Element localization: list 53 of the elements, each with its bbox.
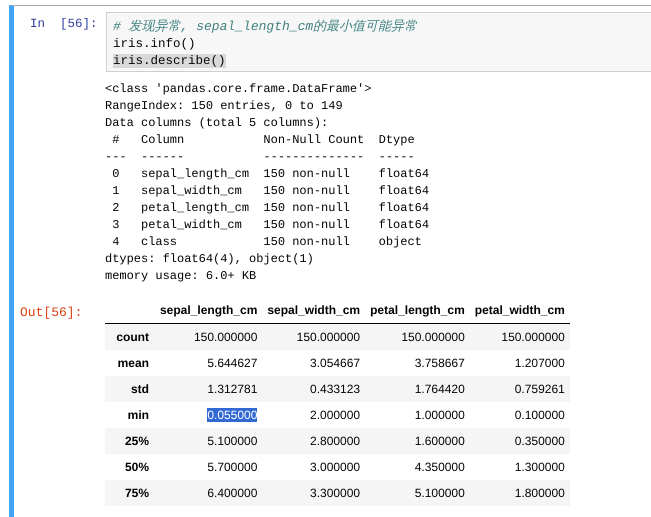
row-label: 75% [105,480,155,506]
row-label: 50% [105,454,155,480]
code-editor[interactable]: # 发现异常, sepal_length_cm的最小值可能异常 iris.info() iris.describe() [106,12,651,72]
table-cell: 0.350000 [514,434,565,448]
table-cell: 3.758667 [414,356,465,370]
row-label: min [105,402,155,428]
output-line: 0 sepal_length_cm 150 non-null float64 [111,166,430,183]
output-line: # Column Non-Null Count Dtype [111,132,416,149]
output-line: Data columns (total 5 columns): [105,115,330,132]
table-cell: 2.800000 [310,434,360,448]
output-prompt: Out[56]: [19,304,84,320]
table-cell: 5.644627 [207,356,258,370]
code-line: iris.info() [113,37,196,51]
row-label: 25% [105,428,155,454]
table-cell: 3.054667 [310,356,360,370]
table-cell: 150.000000 [194,330,258,344]
table-cell: 2.000000 [310,408,360,422]
output-line: 3 petal_width_cm 150 non-null float64 [111,217,430,234]
code-comment: # 发现异常, sepal_length_cm的最小值可能异常 [113,19,418,34]
output-line: memory usage: 6.0+ KB [105,268,258,285]
table-cell: 0.100000 [514,408,565,422]
input-prompt: In [56]: [29,16,99,31]
output-line: RangeIndex: 150 entries, 0 to 149 [105,98,344,115]
table-cell: 6.400000 [207,486,258,500]
table-cell: 0.433123 [310,382,360,396]
table-cell: 1.000000 [414,408,465,422]
table-cell: 150.000000 [501,330,565,344]
table-cell: 5.100000 [207,434,258,448]
row-label: count [105,324,155,350]
table-cell: 5.700000 [207,460,258,474]
output-line: <class 'pandas.core.frame.DataFrame'> [105,81,372,98]
table-cell: 1.800000 [514,486,565,500]
table-cell: 3.300000 [310,486,360,500]
table-cell: 1.312781 [207,382,258,396]
output-line: 4 class 150 non-null object [111,234,423,251]
table-cell: 1.207000 [514,356,565,370]
table-cell: 0.759261 [514,382,565,396]
table-cell: 5.100000 [414,486,465,500]
table-cell: 0.055000 [207,408,258,422]
table-cell: 3.000000 [310,460,360,474]
output-line: 2 petal_length_cm 150 non-null float64 [111,200,430,217]
table-cell: 1.764420 [414,382,465,396]
notebook-cell[interactable] [9,5,651,517]
table-cell: 1.300000 [514,460,565,474]
table-cell: 150.000000 [401,330,465,344]
output-line: 1 sepal_width_cm 150 non-null float64 [111,183,430,200]
table-cell: 4.350000 [414,460,465,474]
output-line: --- ------ -------------- ----- [105,149,416,166]
table-cell: 150.000000 [296,330,360,344]
row-label: mean [105,350,155,376]
table-cell: 1.600000 [414,434,465,448]
output-line: dtypes: float64(4), object(1) [105,251,315,268]
row-label: std [105,376,155,402]
